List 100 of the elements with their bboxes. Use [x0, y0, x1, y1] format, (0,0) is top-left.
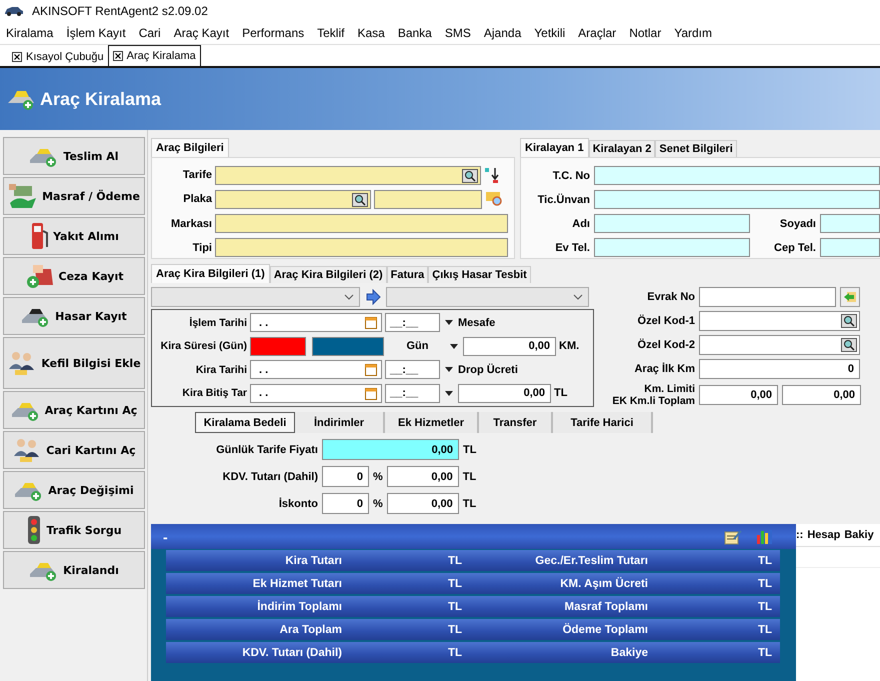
magnifier-icon[interactable]: [485, 191, 503, 208]
input-field[interactable]: [820, 214, 880, 233]
input-field[interactable]: [594, 166, 880, 185]
search-icon[interactable]: [462, 168, 478, 183]
bar-chart-icon[interactable]: [756, 528, 774, 544]
menu-item[interactable]: Performans: [242, 26, 304, 40]
time-field[interactable]: __:__: [385, 384, 440, 403]
input-field[interactable]: [699, 311, 860, 331]
document-tab[interactable]: Kısayol Çubuğu: [8, 47, 108, 66]
menu-item[interactable]: Kiralama: [6, 26, 54, 40]
tab[interactable]: Tarife Harici: [553, 412, 653, 433]
tab[interactable]: Kiralayan 2: [588, 140, 656, 157]
date-field[interactable]: . .: [250, 313, 382, 332]
field-label: Soyadı: [778, 218, 816, 230]
document-tab[interactable]: Araç Kiralama: [108, 45, 201, 66]
tab[interactable]: Transfer: [479, 412, 553, 433]
close-icon[interactable]: [12, 52, 22, 62]
input-field[interactable]: [215, 238, 508, 258]
collapse-button[interactable]: -: [163, 528, 168, 544]
menu-item[interactable]: Yardım: [674, 26, 712, 40]
time-field[interactable]: __:__: [385, 360, 440, 380]
date-field[interactable]: . .: [250, 384, 382, 403]
menu-item[interactable]: Araçlar: [578, 26, 616, 40]
sidebar-button[interactable]: Ceza Kayıt: [3, 257, 145, 295]
input-field[interactable]: 0,00: [699, 385, 778, 405]
calendar-icon[interactable]: [365, 386, 377, 400]
input-field[interactable]: [215, 214, 508, 234]
summary-label: Ek Hizmet Tutarı: [252, 578, 342, 590]
input-field[interactable]: [594, 214, 750, 233]
sidebar-button[interactable]: Cari Kartını Aç: [3, 431, 145, 469]
sidebar-button[interactable]: Teslim Al: [3, 137, 145, 175]
notepad-icon[interactable]: [724, 528, 742, 544]
tab[interactable]: Kiralama Bedeli: [195, 412, 295, 433]
transfer-icon[interactable]: [484, 166, 500, 184]
dropdown-arrow-icon[interactable]: [445, 367, 453, 372]
input-field[interactable]: 0: [322, 493, 369, 514]
field-label: Tic.Ünvan: [536, 194, 590, 206]
dropdown-arrow-icon[interactable]: [445, 320, 453, 326]
menu-item[interactable]: Araç Kayıt: [174, 26, 230, 40]
input-field[interactable]: [820, 238, 880, 257]
date-field[interactable]: . .: [250, 360, 382, 380]
dropdown-arrow-icon[interactable]: [450, 344, 458, 349]
input-field[interactable]: 0: [322, 466, 369, 487]
tab[interactable]: Fatura: [386, 266, 428, 283]
input-field[interactable]: 0,00: [458, 384, 551, 403]
unit-dropdown[interactable]: Gün: [390, 340, 445, 352]
search-icon[interactable]: [352, 192, 368, 207]
column-header[interactable]: Hesap: [807, 529, 840, 541]
tab[interactable]: Araç Kira Bilgileri (1): [151, 264, 270, 283]
menu-item[interactable]: Banka: [398, 26, 432, 40]
tab[interactable]: İndirimler: [295, 412, 385, 433]
tab[interactable]: Senet Bilgileri: [655, 140, 737, 157]
input-field[interactable]: 0,00: [782, 385, 861, 405]
menu-item[interactable]: Notlar: [629, 26, 662, 40]
sidebar-button[interactable]: Trafik Sorgu: [3, 511, 145, 549]
menu-item[interactable]: Teklif: [317, 26, 344, 40]
input-field[interactable]: 0,00: [386, 493, 459, 514]
sidebar-button[interactable]: Yakıt Alımı: [3, 217, 145, 255]
input-field[interactable]: [374, 190, 482, 209]
tab[interactable]: Kiralayan 1: [520, 138, 589, 157]
close-icon[interactable]: [112, 51, 123, 61]
unit-label: TL: [446, 600, 462, 612]
time-field[interactable]: __:__: [385, 313, 440, 332]
field-label: Mesafe: [458, 316, 496, 329]
input-field[interactable]: 0: [699, 359, 860, 379]
tab[interactable]: Araç Kira Bilgileri (2): [270, 266, 387, 283]
sidebar-button[interactable]: Kefil Bilgisi Ekle: [3, 337, 145, 389]
calendar-icon[interactable]: [365, 316, 377, 330]
input-field[interactable]: [215, 190, 371, 209]
arrow-right-icon[interactable]: [365, 289, 381, 305]
menu-item[interactable]: İşlem Kayıt: [66, 26, 126, 40]
menu-item[interactable]: SMS: [444, 26, 471, 40]
input-field[interactable]: [699, 287, 836, 307]
sidebar-button[interactable]: Araç Değişimi: [3, 471, 145, 509]
input-field[interactable]: 0,00: [463, 336, 556, 356]
tab[interactable]: Çıkış Hasar Tesbit: [428, 266, 531, 283]
dropdown-arrow-icon[interactable]: [445, 390, 453, 396]
field-label: Markası: [170, 218, 212, 230]
menu-item[interactable]: Cari: [138, 26, 161, 40]
import-button[interactable]: [840, 287, 860, 307]
input-field[interactable]: 0,00: [386, 466, 459, 487]
input-field[interactable]: [594, 238, 750, 257]
input-field[interactable]: [594, 190, 880, 209]
sidebar-button[interactable]: Hasar Kayıt: [3, 297, 145, 335]
menu-item[interactable]: Yetkili: [534, 26, 566, 40]
search-icon[interactable]: [841, 314, 857, 328]
tab[interactable]: Araç Bilgileri: [151, 138, 229, 157]
menu-item[interactable]: Ajanda: [484, 26, 522, 40]
tab[interactable]: Ek Hizmetler: [385, 412, 479, 433]
input-field[interactable]: 0,00: [322, 439, 459, 460]
input-field[interactable]: [215, 166, 481, 185]
column-header[interactable]: ::: [796, 529, 804, 541]
sidebar-button[interactable]: Araç Kartını Aç: [3, 391, 145, 429]
menu-item[interactable]: Kasa: [357, 26, 385, 40]
calendar-icon[interactable]: [365, 363, 377, 376]
sidebar-button[interactable]: Masraf / Ödeme: [3, 177, 145, 215]
input-field[interactable]: [699, 335, 860, 355]
search-icon[interactable]: [841, 338, 857, 352]
column-header[interactable]: Bakiy: [844, 529, 874, 541]
sidebar-button[interactable]: Kiralandı: [3, 551, 145, 589]
